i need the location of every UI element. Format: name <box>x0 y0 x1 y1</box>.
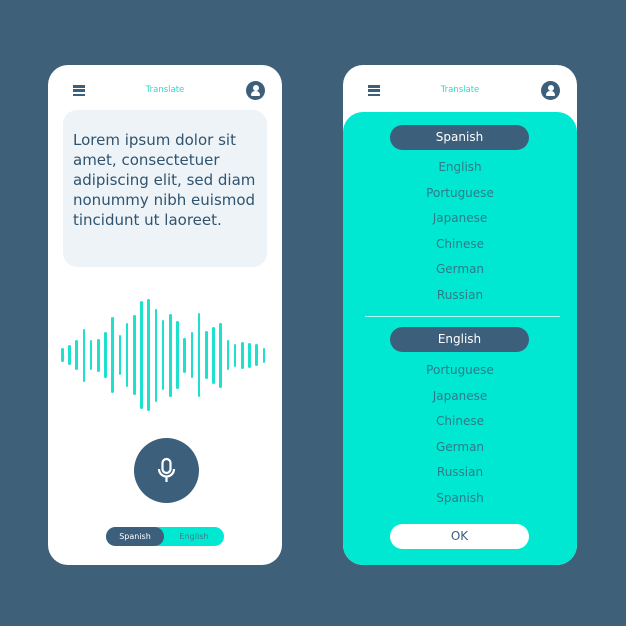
waveform-bar <box>118 335 122 375</box>
waveform-bar <box>161 320 165 390</box>
waveform-bar <box>89 340 93 370</box>
divider <box>365 316 560 317</box>
language-option[interactable]: English <box>343 155 577 181</box>
translation-text: Lorem ipsum dolor sit amet, consectetuer… <box>63 110 267 267</box>
waveform-bar <box>255 344 258 366</box>
waveform-bar <box>154 308 158 402</box>
waveform-bar <box>125 323 129 387</box>
language-option[interactable]: Japanese <box>343 384 577 410</box>
target-language-list: Portuguese Japanese Chinese German Russian Sp… <box>343 358 577 512</box>
user-avatar-icon[interactable] <box>246 81 265 100</box>
waveform-bar <box>82 328 86 382</box>
waveform-bar <box>75 340 78 370</box>
voice-translate-screen: Translate Lorem ipsum dolor sit amet, co… <box>48 65 282 565</box>
language-select-screen: Translate Spanish English Portuguese Japan… <box>343 65 577 565</box>
microphone-icon <box>157 457 176 482</box>
user-avatar-icon[interactable] <box>541 81 560 100</box>
source-language-selected[interactable]: Spanish <box>390 125 529 150</box>
waveform-bar <box>241 341 244 369</box>
audio-waveform <box>61 295 271 415</box>
waveform-bar <box>104 332 107 378</box>
language-option[interactable]: Russian <box>343 460 577 486</box>
waveform-bar <box>190 332 194 378</box>
waveform-bar <box>205 331 208 379</box>
waveform-bar <box>140 301 143 409</box>
waveform-bar <box>226 340 230 370</box>
language-panel: Spanish English Portuguese Japanese Chinese… <box>343 112 577 565</box>
language-option[interactable]: Spanish <box>343 486 577 512</box>
language-option[interactable]: German <box>343 257 577 283</box>
waveform-bar <box>233 343 237 367</box>
waveform-bar <box>248 342 251 368</box>
waveform-bar <box>197 313 201 397</box>
language-option[interactable]: Chinese <box>343 232 577 258</box>
waveform-bar <box>183 337 186 373</box>
waveform-bar <box>262 347 266 363</box>
microphone-button[interactable] <box>134 438 199 503</box>
waveform-bar <box>219 322 222 388</box>
language-option[interactable]: Russian <box>343 283 577 309</box>
waveform-bar <box>111 317 114 393</box>
toggle-target-language[interactable]: English <box>164 527 224 546</box>
waveform-bar <box>169 313 172 397</box>
language-toggle[interactable]: Spanish English <box>106 527 224 546</box>
language-option[interactable]: Japanese <box>343 206 577 232</box>
target-language-selected[interactable]: English <box>390 327 529 352</box>
waveform-bar <box>97 338 100 372</box>
waveform-bar <box>176 321 179 389</box>
waveform-bar <box>133 315 136 395</box>
language-option[interactable]: Chinese <box>343 409 577 435</box>
toggle-source-language[interactable]: Spanish <box>106 527 164 546</box>
language-option[interactable]: German <box>343 435 577 461</box>
waveform-bar <box>212 326 215 384</box>
waveform-bar <box>147 299 150 411</box>
ok-button[interactable]: OK <box>390 524 529 549</box>
language-option[interactable]: Portuguese <box>343 181 577 207</box>
source-language-list: English Portuguese Japanese Chinese German Ru… <box>343 155 577 309</box>
waveform-bar <box>68 345 71 365</box>
language-option[interactable]: Portuguese <box>343 358 577 384</box>
waveform-bar <box>61 348 64 362</box>
